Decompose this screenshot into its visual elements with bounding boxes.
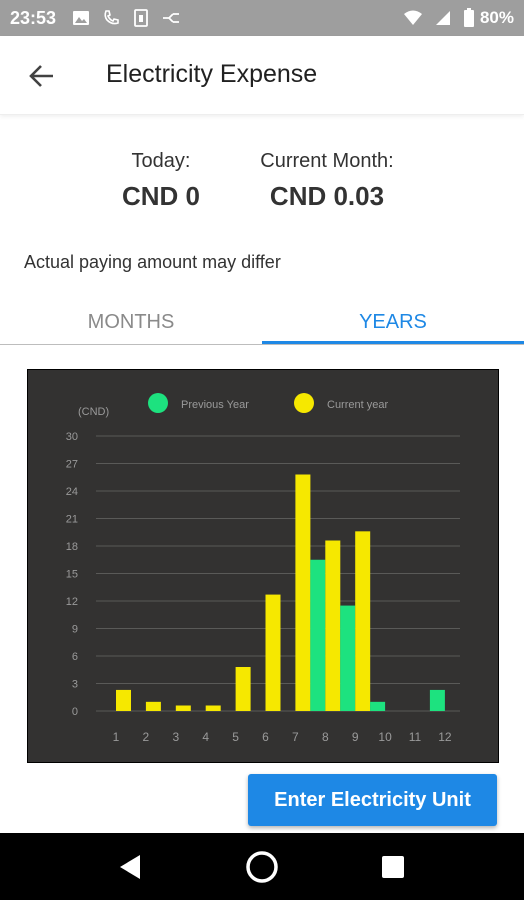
x-tick-label: 5	[232, 730, 239, 744]
bar-current-year	[295, 474, 311, 711]
x-tick-label: 1	[113, 730, 120, 744]
bar-previous-year	[429, 689, 445, 711]
period-tabs: MONTHS YEARS	[0, 300, 524, 345]
month-value: CND 0.03	[269, 181, 385, 211]
x-tick-label: 4	[202, 730, 209, 744]
y-tick-label: 15	[66, 569, 78, 581]
nav-home-button[interactable]	[242, 847, 282, 887]
nav-back-button[interactable]	[110, 847, 150, 887]
month-label: Current Month:	[260, 150, 394, 172]
bar-current-year	[325, 540, 341, 711]
status-bar: 23:53 80%	[0, 0, 524, 36]
y-axis-label: (CND)	[78, 406, 109, 418]
legend-swatch	[294, 393, 314, 413]
y-tick-label: 9	[72, 624, 78, 636]
phone-icon	[100, 7, 122, 29]
legend-swatch	[148, 393, 168, 413]
bar-previous-year	[340, 605, 356, 711]
bar-current-year	[265, 594, 281, 711]
chart-canvas: (CND)036912151821242730Previous Year Curr…	[66, 393, 460, 744]
wifi-icon	[402, 7, 424, 29]
y-tick-label: 18	[66, 541, 78, 553]
bar-current-year	[355, 531, 371, 711]
battery-icon	[462, 7, 476, 29]
today-value: CND 0	[121, 181, 200, 211]
x-tick-label: 12	[438, 730, 452, 744]
bar-previous-year	[310, 559, 326, 711]
today-label: Today:	[131, 150, 191, 172]
arrow-left-icon	[29, 65, 53, 87]
x-tick-label: 10	[378, 730, 392, 744]
y-tick-label: 27	[66, 459, 78, 471]
bar-current-year	[116, 689, 131, 711]
bar-previous-year	[370, 701, 386, 711]
signal-icon	[432, 7, 454, 29]
y-tick-label: 12	[66, 596, 78, 608]
expense-chart: (CND) 0 3 6 9 12 15 18 21 24 27 30 Previous Year Curr…	[27, 369, 499, 763]
back-button[interactable]	[22, 56, 62, 96]
bar-current-year	[145, 701, 161, 711]
page-title: Electricity Expense	[106, 60, 318, 88]
bar-current-year	[235, 667, 251, 711]
app-bar: Electricity Expense	[0, 36, 524, 115]
legend-label: Current year	[327, 399, 388, 411]
sim-icon	[130, 7, 152, 29]
nav-recents-button[interactable]	[373, 847, 413, 887]
battery-level: 80%	[479, 8, 514, 27]
triangle-back-icon	[120, 855, 140, 879]
today-summary: Today: CND 0	[106, 150, 216, 212]
bar-current-year	[205, 705, 221, 711]
circle-home-icon	[246, 851, 278, 883]
square-recents-icon	[382, 856, 404, 878]
navigation-bar	[0, 833, 524, 900]
image-icon	[70, 7, 92, 29]
x-tick-label: 6	[262, 730, 269, 744]
network-icon	[160, 7, 182, 29]
disclaimer-text: Actual paying amount may differ	[24, 252, 281, 272]
y-tick-label: 24	[66, 486, 78, 498]
legend-label: Previous Year	[181, 399, 249, 411]
tab-months[interactable]: MONTHS	[0, 300, 262, 344]
y-tick-label: 3	[72, 679, 78, 691]
y-tick-label: 0	[72, 706, 78, 718]
y-tick-label: 6	[72, 651, 78, 663]
x-tick-label: 9	[352, 730, 359, 744]
month-summary: Current Month: CND 0.03	[240, 150, 414, 212]
x-tick-label: 8	[322, 730, 329, 744]
y-tick-label: 30	[66, 431, 78, 443]
x-tick-label: 7	[292, 730, 299, 744]
bar-current-year	[175, 705, 191, 711]
x-tick-label: 2	[143, 730, 150, 744]
x-tick-label: 11	[409, 730, 422, 744]
enter-electricity-unit-button[interactable]: Enter Electricity Unit	[248, 774, 497, 826]
y-tick-label: 21	[66, 514, 78, 526]
status-time: 23:53	[10, 7, 57, 28]
tab-years[interactable]: YEARS	[262, 300, 524, 344]
tab-indicator	[262, 341, 524, 344]
x-tick-label: 3	[172, 730, 179, 744]
